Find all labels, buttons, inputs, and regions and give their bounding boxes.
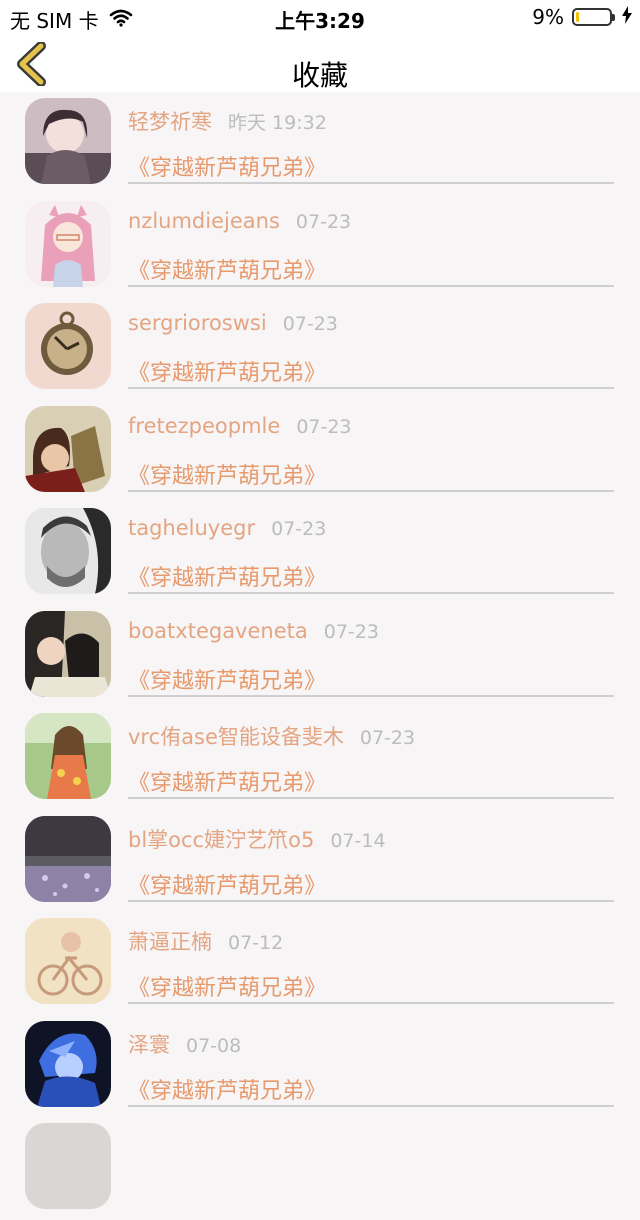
divider (128, 899, 614, 902)
book-title[interactable]: 《穿越新芦葫兄弟》 (128, 1073, 326, 1105)
user-name: tagheluyegr (128, 516, 256, 540)
avatar (25, 303, 111, 389)
item-header: 轻梦祈寒 昨天 19:32 (128, 106, 327, 136)
divider (128, 797, 614, 799)
user-name: bl掌occ婕泞艺笊o5 (128, 827, 315, 852)
divider (128, 387, 614, 389)
divider (128, 284, 614, 287)
battery-percent: 9% (532, 5, 564, 29)
list-item[interactable] (0, 1117, 640, 1220)
book-title[interactable]: 《穿越新芦葫兄弟》 (128, 355, 326, 387)
nav-bar: 收藏 (0, 36, 640, 92)
list-item[interactable]: 萧逼正楠 07-12 《穿越新芦葫兄弟》 (0, 912, 640, 1015)
charging-icon (622, 5, 632, 29)
divider (128, 1104, 614, 1107)
list-item[interactable]: 泽寰 07-08 《穿越新芦葫兄弟》 (0, 1015, 640, 1118)
divider (128, 182, 614, 184)
item-time: 07-08 (186, 1034, 242, 1057)
book-title[interactable]: 《穿越新芦葫兄弟》 (128, 765, 326, 797)
user-name: 萧逼正楠 (128, 930, 212, 954)
book-title[interactable]: 《穿越新芦葫兄弟》 (128, 663, 326, 695)
avatar (25, 1123, 111, 1209)
item-header: fretezpeopmle 07-23 (128, 414, 352, 438)
list-item[interactable]: sergrioroswsi 07-23 《穿越新芦葫兄弟》 (0, 297, 640, 400)
item-time: 07-23 (296, 415, 352, 438)
book-title[interactable]: 《穿越新芦葫兄弟》 (128, 868, 326, 900)
item-header: boatxtegaveneta 07-23 (128, 619, 379, 643)
list-item[interactable]: fretezpeopmle 07-23 《穿越新芦葫兄弟》 (0, 400, 640, 503)
book-title[interactable]: 《穿越新芦葫兄弟》 (128, 560, 326, 592)
item-time: 昨天 19:32 (228, 112, 327, 134)
item-header: 泽寰 07-08 (128, 1029, 241, 1059)
item-time: 07-23 (282, 313, 338, 335)
list-item[interactable]: bl掌occ婕泞艺笊o5 07-14 《穿越新芦葫兄弟》 (0, 810, 640, 913)
avatar (25, 815, 111, 902)
avatar (25, 508, 111, 594)
item-header: 萧逼正楠 07-12 (128, 926, 283, 956)
user-name: fretezpeopmle (128, 413, 281, 438)
divider (128, 694, 614, 697)
favorites-list: 轻梦祈寒 昨天 19:32 《穿越新芦葫兄弟》 nzlumdiejeans 07… (0, 92, 640, 1220)
list-item[interactable]: vrc侑ase智能设备斐木 07-23 《穿越新芦葫兄弟》 (0, 707, 640, 810)
divider (128, 1002, 614, 1004)
avatar (25, 713, 111, 799)
list-item[interactable]: nzlumdiejeans 07-23 《穿越新芦葫兄弟》 (0, 195, 640, 298)
page-title: 收藏 (291, 59, 348, 92)
avatar (25, 918, 111, 1004)
avatar (25, 405, 111, 492)
item-header: tagheluyegr 07-23 (128, 516, 326, 540)
item-time: 07-23 (295, 210, 352, 233)
battery-icon (572, 8, 615, 26)
battery-level (576, 12, 579, 22)
user-name: boatxtegaveneta (128, 618, 308, 643)
book-title[interactable]: 《穿越新芦葫兄弟》 (128, 150, 326, 182)
item-time: 07-23 (359, 727, 416, 749)
item-header: sergrioroswsi 07-23 (128, 311, 338, 335)
item-time: 07-23 (323, 620, 379, 643)
avatar (25, 98, 111, 184)
user-name: vrc侑ase智能设备斐木 (128, 725, 344, 749)
book-title[interactable]: 《穿越新芦葫兄弟》 (128, 458, 326, 490)
list-item[interactable]: tagheluyegr 07-23 《穿越新芦葫兄弟》 (0, 502, 640, 605)
avatar (25, 610, 111, 697)
book-title[interactable]: 《穿越新芦葫兄弟》 (128, 253, 326, 285)
status-right: 9% (532, 5, 632, 29)
status-bar: 无 SIM 卡 上午3:29 9% (0, 0, 640, 36)
user-name: 泽寰 (128, 1032, 170, 1057)
list-item[interactable]: boatxtegaveneta 07-23 《穿越新芦葫兄弟》 (0, 605, 640, 708)
item-header: nzlumdiejeans 07-23 (128, 209, 351, 233)
item-header: vrc侑ase智能设备斐木 07-23 (128, 721, 415, 751)
item-time: 07-14 (330, 829, 386, 852)
item-header: bl掌occ婕泞艺笊o5 07-14 (128, 824, 386, 854)
item-time: 07-23 (271, 518, 327, 540)
avatar (25, 1020, 111, 1107)
user-name: 轻梦祈寒 (128, 110, 212, 134)
list-item[interactable]: 轻梦祈寒 昨天 19:32 《穿越新芦葫兄弟》 (0, 92, 640, 195)
user-name: sergrioroswsi (128, 311, 267, 335)
divider (128, 489, 614, 492)
avatar (25, 200, 111, 287)
user-name: nzlumdiejeans (128, 208, 280, 233)
book-title[interactable]: 《穿越新芦葫兄弟》 (128, 970, 326, 1002)
divider (128, 592, 614, 594)
item-time: 07-12 (228, 932, 284, 954)
